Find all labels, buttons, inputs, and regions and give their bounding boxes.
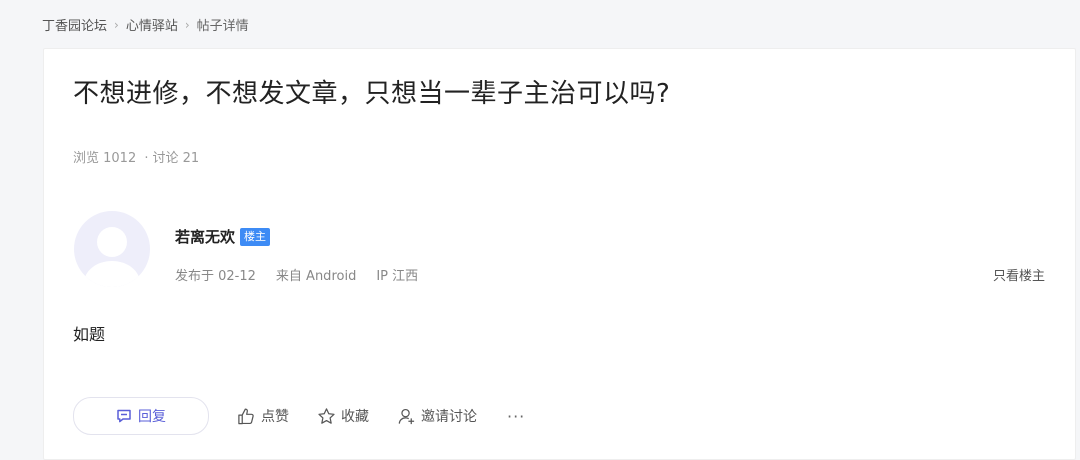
author-name[interactable]: 若离无欢	[175, 226, 235, 247]
post-content: 如题	[73, 325, 106, 344]
more-options-icon[interactable]: ···	[507, 407, 525, 426]
publish-date: 发布于 02-12	[175, 269, 256, 284]
breadcrumb-chevron-icon: ›	[184, 17, 190, 32]
post-source: 来自 Android	[275, 269, 357, 284]
breadcrumb: 丁香园论坛 › 心情驿站 › 帖子详情	[42, 15, 249, 35]
discussion-count: 讨论 21	[152, 151, 200, 166]
favorite-button[interactable]: 收藏	[317, 406, 369, 426]
thumbs-up-icon	[238, 407, 254, 424]
invite-button[interactable]: 邀请讨论	[397, 406, 477, 426]
author-info: 若离无欢 楼主	[175, 226, 271, 247]
like-button[interactable]: 点赞	[237, 406, 289, 426]
op-badge: 楼主	[240, 227, 271, 246]
avatar[interactable]	[74, 211, 150, 287]
reply-button[interactable]: 回复	[73, 397, 209, 435]
star-icon	[318, 407, 335, 424]
post-stats: 浏览 1012 · 讨论 21	[73, 147, 199, 166]
breadcrumb-board[interactable]: 心情驿站	[126, 15, 178, 34]
favorite-label: 收藏	[341, 409, 369, 425]
post-meta: 发布于 02-12 来自 Android IP 江西	[175, 265, 418, 284]
stats-separator: ·	[144, 151, 149, 166]
post-title: 不想进修，不想发文章，只想当一辈子主治可以吗?	[73, 79, 671, 109]
like-label: 点赞	[261, 409, 289, 425]
comment-icon	[117, 409, 131, 423]
breadcrumb-chevron-icon: ›	[114, 17, 119, 32]
invite-label: 邀请讨论	[421, 409, 477, 425]
breadcrumb-forum[interactable]: 丁香园论坛	[42, 15, 107, 34]
view-count: 浏览 1012	[73, 151, 137, 166]
invite-user-icon	[398, 408, 415, 424]
only-op-button[interactable]: 只看楼主	[993, 265, 1045, 284]
post-card: 不想进修，不想发文章，只想当一辈子主治可以吗? 浏览 1012 · 讨论 21 若…	[43, 48, 1076, 460]
action-bar: 回复 点赞 收藏 邀请讨论 ···	[73, 397, 525, 435]
ip-location: IP 江西	[376, 269, 419, 284]
default-avatar-icon	[84, 227, 140, 287]
breadcrumb-current: 帖子详情	[196, 19, 249, 34]
reply-label: 回复	[138, 409, 166, 425]
